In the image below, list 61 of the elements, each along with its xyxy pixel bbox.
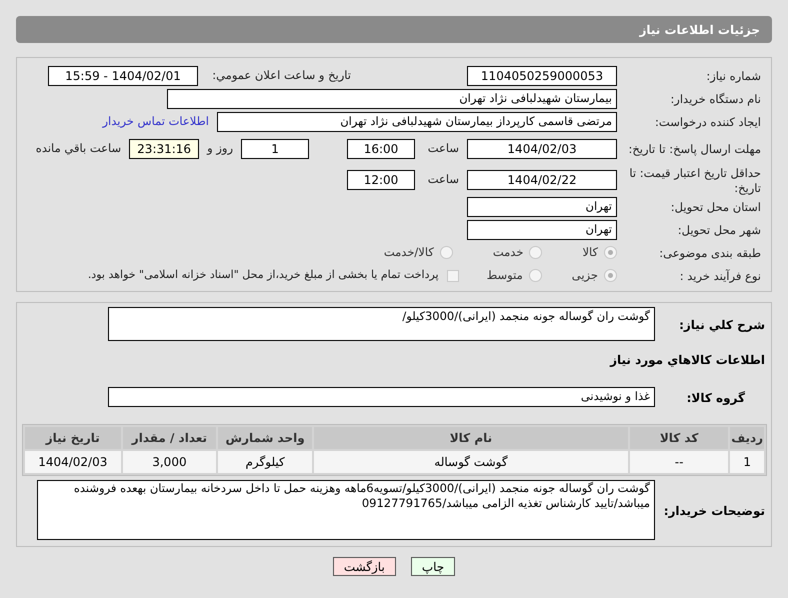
treasury-note: پرداخت تمام یا بخشی از مبلغ خرید،از محل "اسناد خزانه اسلامی" خواهد بود. (88, 267, 439, 284)
summary-textarea[interactable]: گوشت ران گوساله جونه منجمد (ایرانی)/3000کیلو/ (108, 307, 655, 341)
field-label: روز و (207, 140, 233, 157)
table-cell: کیلوگرم (218, 451, 312, 473)
table-cell: 1 (730, 451, 764, 473)
field-label: شهر محل تحویل: (678, 223, 761, 237)
print-button[interactable]: چاپ (410, 557, 456, 576)
section-heading: اطلاعات کالاهاي مورد نیاز (610, 353, 765, 367)
radio-button[interactable] (604, 269, 617, 282)
column-header: واحد شمارش (218, 427, 312, 449)
radio-button[interactable] (529, 246, 542, 259)
notes-textarea[interactable]: گوشت ران گوساله جونه منجمد (ایرانی)/3000کیلو/تسویه6ماهه وهزینه حمل تا داخل سردخانه بیمارستان بهعده فروشنده میباشد/تایید کارشناس تغذیه الزامی میباشد/09127791765 (37, 480, 655, 540)
radio-label: متوسط (486, 266, 523, 284)
field-label: استان محل تحویل: (670, 200, 761, 214)
countdown-field[interactable]: 23:31:16 (129, 138, 200, 158)
column-header: تعداد / مقدار (122, 427, 216, 449)
field-label: مهلت ارسال پاسخ: تا تاریخ: (628, 142, 761, 156)
radio-label: جزیی (572, 266, 598, 284)
back-button[interactable]: بازگشت (332, 557, 396, 576)
text-field[interactable]: غذا و نوشیدنی (108, 387, 655, 407)
radio-button[interactable] (440, 246, 453, 259)
table-cell: -- (630, 451, 728, 473)
column-header: تاریخ نیاز (24, 427, 121, 449)
table-cell: 1404/02/03 (24, 451, 121, 473)
field-label: طبقه بندی موضوعی: (659, 246, 761, 260)
field-label: تاریخ و ساعت اعلان عمومي: (211, 66, 351, 84)
field-label: ساعت باقي مانده (36, 140, 122, 157)
field-label: نام دستگاه خریدار: (670, 92, 761, 106)
radio-button[interactable] (528, 269, 542, 282)
field-label: نوع فرآیند خرید : (680, 269, 761, 283)
text-field[interactable]: 1404/02/03 (467, 138, 617, 158)
field-label: ایجاد کننده درخواست: (655, 115, 761, 129)
column-header: کد کالا (630, 427, 728, 449)
radio-label: کالا (582, 244, 598, 261)
text-field[interactable]: 1404/02/01 - 15:59 (48, 66, 198, 86)
table-cell: گوشت گوساله (314, 451, 628, 473)
field-label: حداقل تاریخ اعتبار قیمت: تا تاریخ: (629, 166, 761, 194)
table-cell: 3,000 (122, 451, 216, 473)
field-label: توضیحات خریدار: (664, 504, 765, 518)
field-label: شماره نیاز: (706, 69, 761, 83)
radio-label: کالا/خدمت (384, 244, 434, 261)
column-header: ردیف (730, 427, 764, 449)
text-field[interactable]: 1104050259000053 (467, 66, 617, 86)
text-field[interactable]: بیمارستان شهیدلبافی نژاد تهران (167, 88, 617, 108)
field-label: شرح کلي نیاز: (679, 318, 765, 332)
text-field[interactable]: 16:00 (347, 138, 415, 158)
column-header: نام کالا (314, 427, 628, 449)
text-field[interactable]: تهران (467, 196, 617, 216)
radio-label: خدمت (492, 244, 524, 261)
text-field[interactable]: 1404/02/22 (467, 170, 617, 190)
field-label: گروه کالا: (686, 391, 745, 405)
text-field[interactable]: 12:00 (347, 170, 415, 190)
contact-link[interactable]: اطلاعات تماس خریدار (102, 112, 209, 130)
text-field[interactable]: مرتضی قاسمی کارپرداز بیمارستان شهیدلبافی نژاد تهران (217, 112, 617, 132)
text-field[interactable]: تهران (467, 220, 617, 240)
page-title: جزئیات اطلاعات نیاز (639, 22, 760, 38)
field-label: ساعت (426, 140, 459, 157)
checkbox[interactable] (446, 270, 459, 282)
text-field[interactable]: 1 (241, 138, 309, 158)
radio-button[interactable] (604, 246, 617, 259)
field-label: ساعت (426, 170, 459, 188)
